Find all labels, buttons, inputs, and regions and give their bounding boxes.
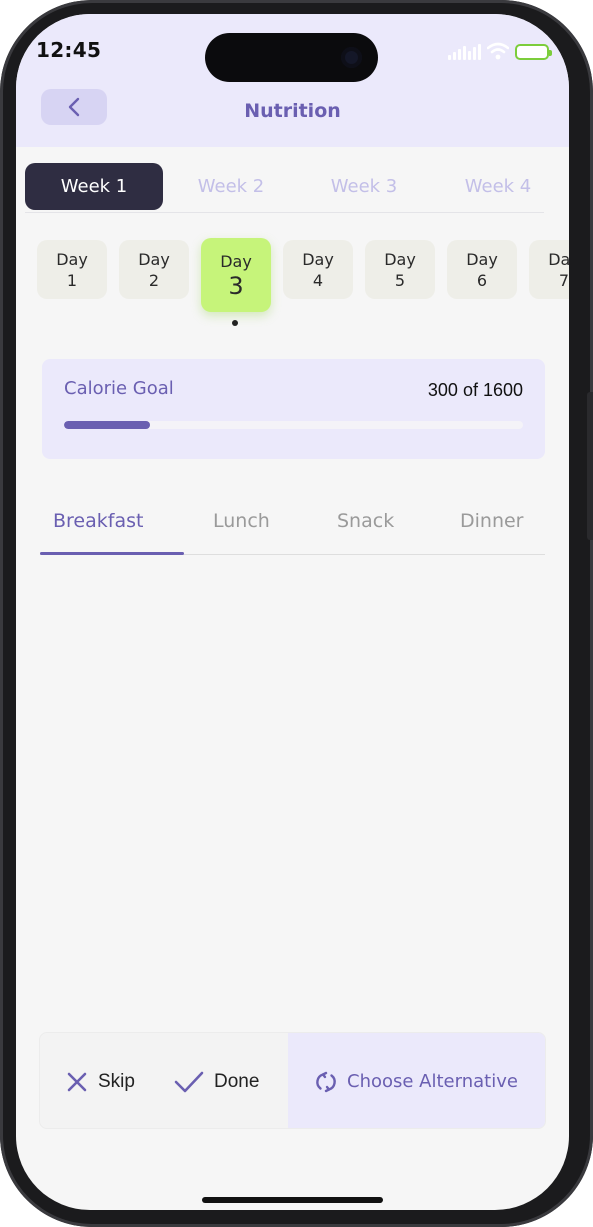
camera-icon (341, 47, 362, 68)
tab-week-4[interactable]: Week 4 (443, 163, 553, 210)
meal-tab-active-indicator (40, 552, 184, 555)
battery-icon (515, 44, 552, 60)
dynamic-island (205, 33, 378, 82)
day-number: 5 (394, 270, 406, 290)
day-item-2[interactable]: Day 2 (119, 240, 189, 299)
refresh-icon (316, 1071, 336, 1092)
home-indicator[interactable] (202, 1197, 383, 1203)
week-tabs: Week 1 Week 2 Week 3 Week 4 (16, 163, 569, 213)
day-number: 4 (312, 270, 324, 290)
calorie-goal-card: Calorie Goal 300 of 1600 (42, 359, 545, 459)
day-number: 3 (228, 271, 244, 300)
tab-week-3[interactable]: Week 3 (309, 163, 419, 210)
day-label: Day (138, 249, 170, 269)
signal-icon (448, 44, 481, 60)
day-label: Day (302, 249, 334, 269)
day-item-6[interactable]: Day 6 (447, 240, 517, 299)
done-label: Done (214, 1070, 260, 1092)
day-item-5[interactable]: Day 5 (365, 240, 435, 299)
day-label: Day (384, 249, 416, 269)
day-item-1[interactable]: Day 1 (37, 240, 107, 299)
day-label: Day (56, 249, 88, 269)
choose-alternative-content: Choose Alternative (315, 1033, 518, 1128)
tab-week-1[interactable]: Week 1 (25, 163, 163, 210)
status-time: 12:45 (36, 38, 102, 62)
side-button (587, 392, 593, 540)
status-icons (448, 42, 552, 60)
tab-week-2[interactable]: Week 2 (176, 163, 286, 210)
header: 12:45 Nutrition (16, 14, 569, 147)
meal-action-bar: Skip Done Choose Alternative (39, 1032, 546, 1129)
week-tabs-divider (25, 212, 544, 213)
check-icon (174, 1071, 204, 1092)
day-label: Day (220, 251, 252, 271)
close-icon (67, 1072, 87, 1091)
day-number: 2 (148, 270, 160, 290)
tab-dinner[interactable]: Dinner (460, 510, 524, 532)
calorie-progress-track (64, 421, 523, 429)
day-number: 7 (558, 270, 569, 290)
wifi-icon (487, 42, 509, 60)
day-label: Day (548, 249, 569, 269)
tab-breakfast[interactable]: Breakfast (53, 510, 143, 532)
day-label: Day (466, 249, 498, 269)
app-screen: 12:45 Nutrition Week 1 Week 2 Week 3 Wee… (16, 14, 569, 1210)
choose-alternative-button[interactable]: Choose Alternative (288, 1033, 545, 1128)
day-item-4[interactable]: Day 4 (283, 240, 353, 299)
day-item-3[interactable]: Day 3 (201, 238, 271, 312)
day-number: 1 (66, 270, 78, 290)
tab-snack[interactable]: Snack (337, 510, 394, 532)
day-number: 6 (476, 270, 488, 290)
tab-lunch[interactable]: Lunch (213, 510, 270, 532)
selected-day-indicator (232, 320, 238, 326)
calorie-goal-title: Calorie Goal (64, 378, 174, 399)
phone-frame: 12:45 Nutrition Week 1 Week 2 Week 3 Wee… (0, 0, 593, 1227)
choose-alternative-label: Choose Alternative (347, 1071, 518, 1092)
page-title: Nutrition (244, 100, 341, 122)
calorie-progress-fill (64, 421, 151, 429)
calorie-goal-value: 300 of 1600 (427, 380, 523, 400)
meal-tabs: Breakfast Lunch Snack Dinner (16, 504, 569, 564)
skip-label: Skip (98, 1070, 135, 1092)
skip-button[interactable]: Skip (66, 1033, 135, 1128)
day-item-7[interactable]: Day 7 (529, 240, 569, 299)
day-selector: Day 1 Day 2 Day 3 Day 4 Day 5 Day 6 Da 7 (16, 238, 569, 338)
done-button[interactable]: Done (174, 1033, 260, 1128)
